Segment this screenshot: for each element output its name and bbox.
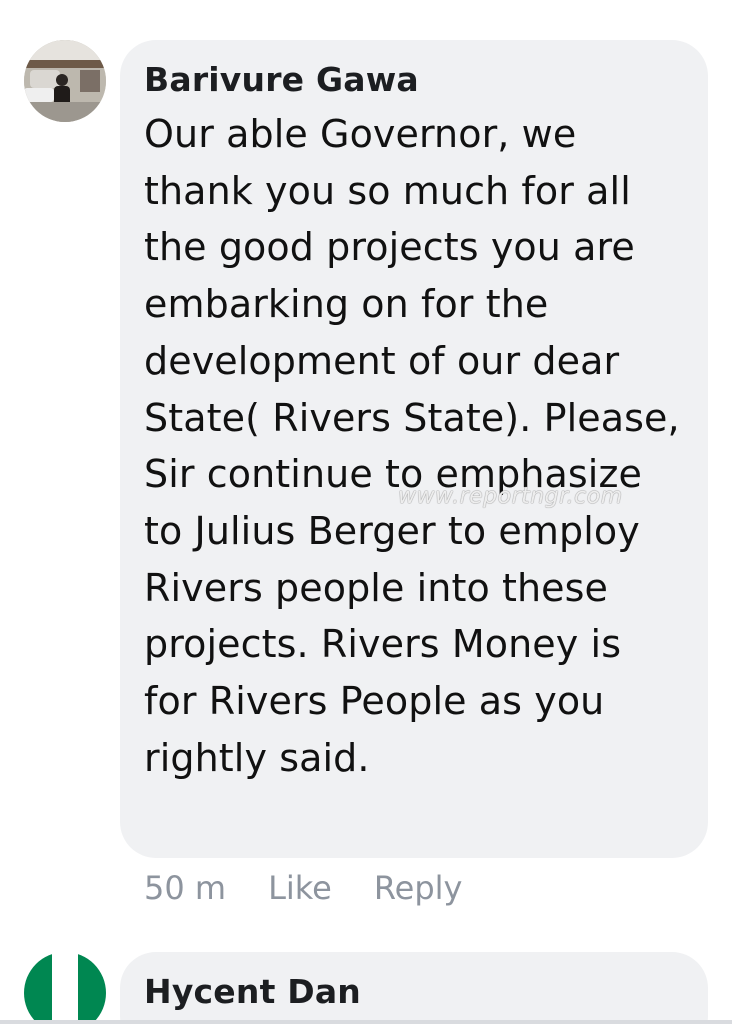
comment-author[interactable]: Barivure Gawa — [144, 56, 684, 104]
comment-actions: 50 m Like Reply — [144, 862, 462, 914]
like-button[interactable]: Like — [268, 869, 332, 907]
comment-timestamp: 50 m — [144, 869, 227, 907]
comment-bubble: Hycent Dan — [120, 952, 708, 1024]
nigeria-flag-icon — [24, 952, 106, 1024]
avatar[interactable] — [24, 40, 106, 122]
divider — [0, 1020, 732, 1024]
watermark: www.reportngr.com — [398, 484, 623, 509]
avatar-photo-icon — [24, 40, 106, 122]
comment-author[interactable]: Hycent Dan — [144, 968, 684, 1016]
comment-text: Our able Governor, we thank you so much … — [144, 112, 680, 780]
comment-thread: Barivure Gawa Our able Governor, we than… — [0, 0, 732, 1024]
comment-bubble: Barivure Gawa Our able Governor, we than… — [120, 40, 708, 858]
avatar[interactable] — [24, 952, 106, 1024]
reply-button[interactable]: Reply — [374, 869, 463, 907]
